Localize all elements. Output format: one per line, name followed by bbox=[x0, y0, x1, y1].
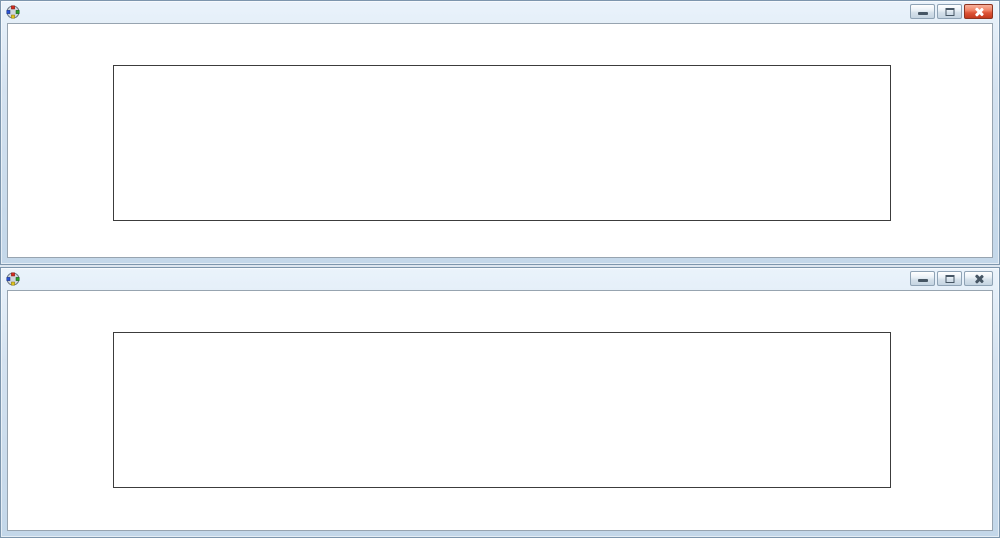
close-button[interactable] bbox=[964, 271, 993, 286]
minimize-icon bbox=[918, 279, 928, 282]
window-controls bbox=[910, 271, 993, 286]
plot-client-area bbox=[7, 23, 993, 258]
window-inflow bbox=[0, 267, 1000, 538]
maximize-button[interactable] bbox=[937, 271, 962, 286]
close-icon bbox=[974, 274, 984, 284]
colorbar bbox=[18, 59, 38, 234]
carpet-plot bbox=[113, 65, 891, 221]
close-icon bbox=[974, 7, 984, 17]
window-controls bbox=[910, 4, 993, 19]
titlebar[interactable] bbox=[1, 1, 999, 23]
titlebar[interactable] bbox=[1, 268, 999, 290]
carpet-plot-canvas bbox=[114, 66, 890, 220]
desktop: { "windows": [ { "title": "Outflow throu… bbox=[0, 0, 1000, 538]
carpet-plot bbox=[113, 332, 891, 488]
colorbar-canvas bbox=[18, 59, 38, 234]
plot-client-area bbox=[7, 290, 993, 531]
app-icon bbox=[6, 272, 20, 286]
app-icon bbox=[6, 5, 20, 19]
minimize-icon bbox=[918, 12, 928, 15]
close-button[interactable] bbox=[964, 4, 993, 19]
carpet-plot-canvas bbox=[114, 333, 890, 487]
window-outflow bbox=[0, 0, 1000, 265]
colorbar bbox=[18, 326, 38, 501]
maximize-button[interactable] bbox=[937, 4, 962, 19]
minimize-button[interactable] bbox=[910, 4, 935, 19]
maximize-icon bbox=[945, 275, 954, 283]
colorbar-canvas bbox=[18, 326, 38, 501]
minimize-button[interactable] bbox=[910, 271, 935, 286]
maximize-icon bbox=[945, 8, 954, 16]
